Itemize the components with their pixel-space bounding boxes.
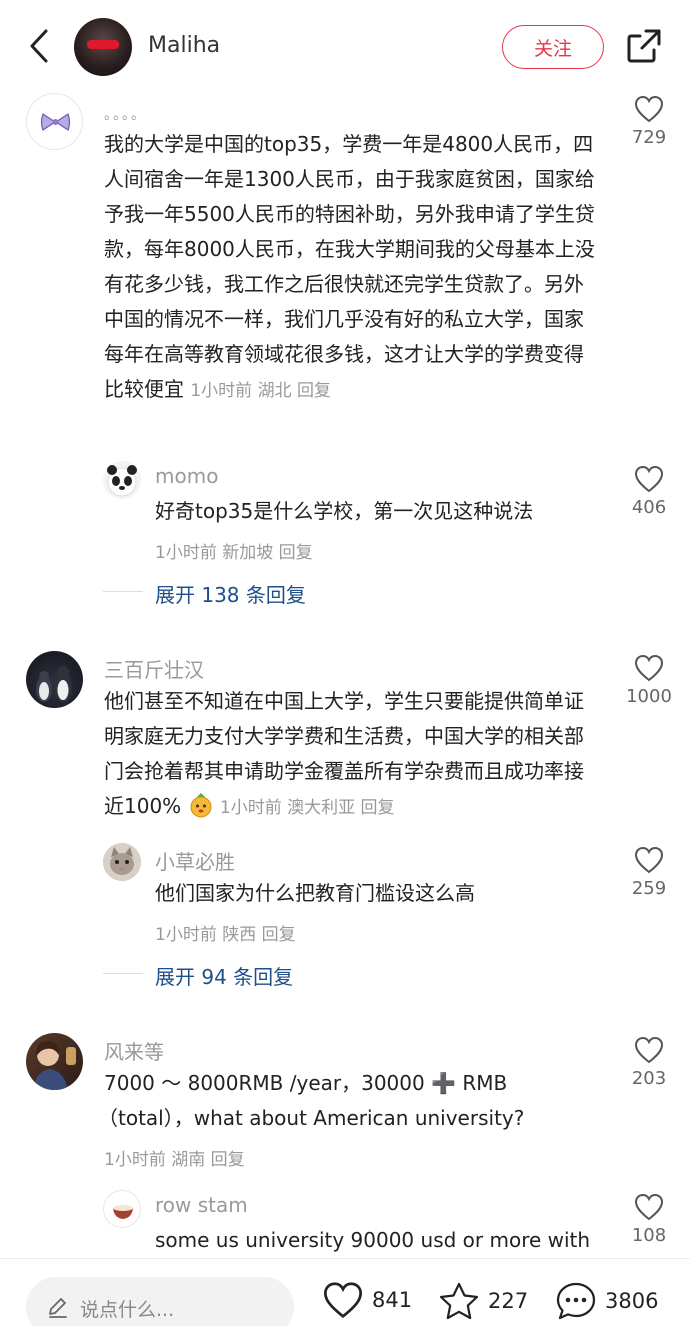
top-bar: Maliha 关注 [0, 0, 690, 92]
comment-meta[interactable]: 1小时前 湖北 回复 [190, 381, 331, 401]
comment-meta[interactable]: 1小时前 澳大利亚 回复 [220, 798, 395, 818]
comment-text-line: 7000 ～ 8000RMB /year，30000 ➕ RMB [104, 1071, 508, 1095]
reply-name[interactable]: 小草必胜 [155, 846, 235, 875]
star-icon [439, 1282, 479, 1320]
comment-meta[interactable]: 1小时前 湖南 回复 [104, 1145, 245, 1170]
portrait-icon [32, 1040, 76, 1090]
reply-name[interactable]: momo [155, 464, 218, 488]
author-avatar[interactable] [74, 18, 132, 76]
reply-avatar[interactable] [103, 1190, 141, 1228]
reply-text: some us university 90000 usd or more wit… [155, 1228, 591, 1252]
like-count: 1000 [626, 686, 672, 707]
like-count: 203 [631, 1068, 667, 1089]
reply-like-button[interactable]: 406 [619, 465, 679, 518]
panda-icon [107, 465, 137, 497]
comments-button[interactable]: 3806 [555, 1281, 658, 1321]
commenter-name[interactable]: 。。。。 [104, 104, 147, 124]
comment-text-line: （total），what about American university? [98, 1106, 525, 1130]
heart-icon [634, 1036, 664, 1064]
comment-placeholder: 说点什么... [80, 1299, 175, 1321]
pen-icon [49, 1298, 67, 1318]
reply-meta[interactable]: 1小时前 陕西 回复 [155, 920, 296, 945]
back-chevron-icon[interactable] [26, 28, 54, 64]
reply-like-button[interactable]: 259 [619, 846, 679, 899]
share-icon[interactable] [624, 26, 664, 66]
reply-avatar[interactable] [103, 461, 141, 499]
bowl-icon [113, 1205, 133, 1219]
reply-meta[interactable]: 1小时前 新加坡 回复 [155, 538, 313, 563]
reply-like-button[interactable]: 108 [619, 1193, 679, 1246]
heart-icon [323, 1282, 363, 1319]
commenter-name[interactable]: 风来等 [104, 1036, 164, 1065]
comment-body: 我的大学是中国的top35，学费一年是4800人民币，四人间宿舍一年是1300人… [104, 132, 595, 401]
follow-button[interactable]: 关注 [502, 25, 604, 69]
favorite-button[interactable]: 227 [438, 1281, 528, 1321]
avatar-glasses-graphic [87, 40, 119, 49]
commenter-avatar[interactable] [26, 1033, 83, 1090]
penguins-icon [36, 666, 72, 702]
comment-count: 3806 [605, 1289, 659, 1313]
commenter-avatar[interactable] [26, 93, 83, 150]
favorite-count: 227 [488, 1289, 529, 1313]
like-count: 259 [631, 878, 667, 899]
comment-text: 他们甚至不知道在中国上大学，学生只要能提供简单证明家庭无力支付大学学费和生活费，… [104, 684, 600, 826]
reply-text: 好奇top35是什么学校，第一次见这种说法 [155, 499, 534, 523]
post-like-count: 841 [372, 1288, 413, 1312]
divider [103, 973, 143, 974]
author-name[interactable]: Maliha [148, 33, 220, 58]
kitten-icon [103, 843, 141, 881]
heart-icon [634, 846, 664, 874]
comment-bubble-icon [556, 1282, 596, 1320]
like-count: 406 [631, 497, 667, 518]
bow-icon [40, 113, 71, 131]
heart-icon [634, 1193, 664, 1221]
comment-input[interactable]: 说点什么... [26, 1277, 294, 1326]
reply-avatar[interactable] [103, 843, 141, 881]
commenter-name[interactable]: 三百斤壮汉 [104, 654, 204, 683]
emoji-icon [188, 792, 214, 818]
bottom-action-bar: 说点什么... 841 227 3806 [0, 1258, 690, 1326]
expand-replies-link[interactable]: 展开 94 条回复 [155, 961, 293, 990]
post-like-button[interactable]: 841 [322, 1281, 412, 1319]
like-button[interactable]: 729 [619, 95, 679, 148]
like-button[interactable]: 203 [619, 1036, 679, 1089]
commenter-avatar[interactable] [26, 651, 83, 708]
expand-replies-link[interactable]: 展开 138 条回复 [155, 579, 306, 608]
comment-text: 我的大学是中国的top35，学费一年是4800人民币，四人间宿舍一年是1300人… [104, 127, 600, 409]
reply-name[interactable]: row stam [155, 1193, 248, 1217]
reply-text: 他们国家为什么把教育门槛设这么高 [155, 881, 475, 905]
like-count: 729 [631, 127, 667, 148]
heart-icon [634, 95, 664, 123]
like-button[interactable]: 1000 [619, 654, 679, 707]
divider [103, 591, 143, 592]
heart-icon [634, 465, 664, 493]
heart-icon [634, 654, 664, 682]
like-count: 108 [631, 1225, 667, 1246]
